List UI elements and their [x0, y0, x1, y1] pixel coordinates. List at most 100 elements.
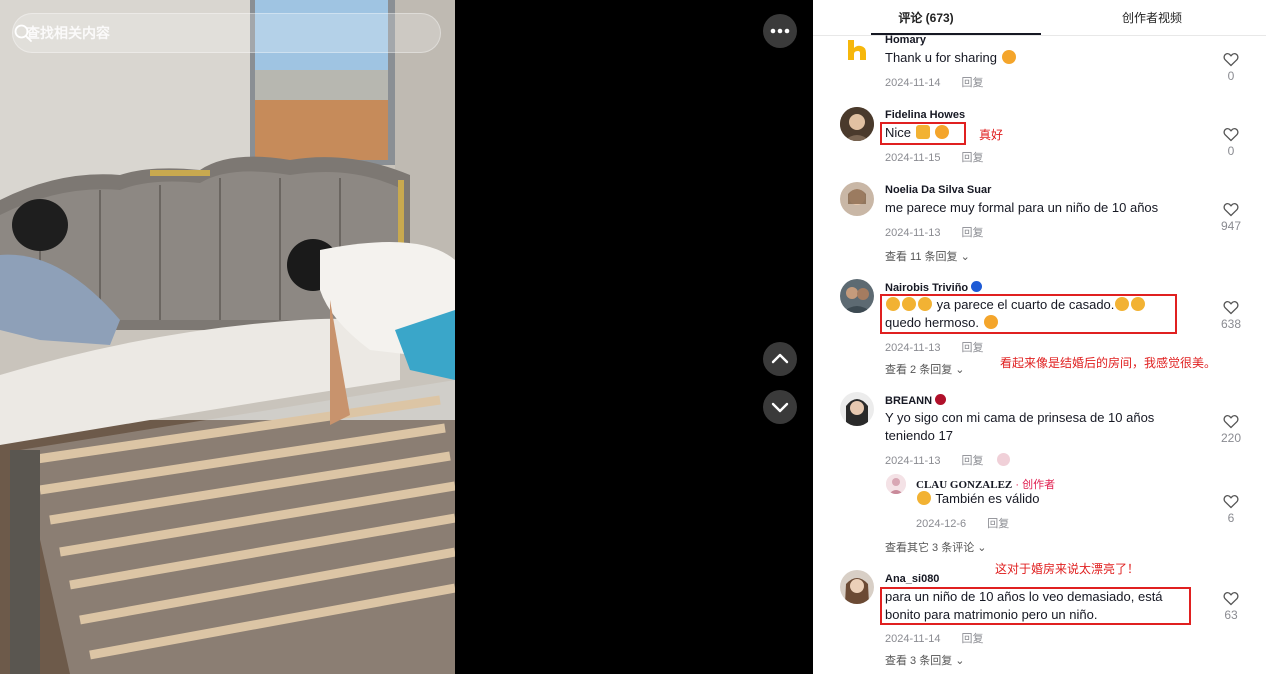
comment-date: 2024-11-14: [885, 77, 941, 89]
comment-date: 2024-11-15: [885, 152, 941, 164]
video-frame-image: [0, 0, 455, 674]
chevron-down-icon: [771, 402, 789, 413]
like-button[interactable]: 0: [1216, 52, 1246, 83]
reply-button[interactable]: 回复: [962, 152, 984, 164]
reply-button[interactable]: 回复: [962, 227, 984, 239]
video-backdrop: [455, 0, 813, 674]
chevron-down-icon: ⌄: [955, 655, 965, 667]
chevron-down-icon: ⌄: [955, 364, 965, 376]
next-video-button[interactable]: [763, 390, 797, 424]
highlight-box: [880, 122, 966, 145]
view-replies-button[interactable]: 查看 11 条回复 ⌄: [885, 248, 970, 264]
like-count: 638: [1220, 317, 1242, 331]
like-button[interactable]: 947: [1216, 202, 1246, 233]
heart-outline-icon: [1223, 414, 1239, 429]
like-count: 63: [1224, 608, 1238, 622]
comment-username[interactable]: Homary: [885, 34, 926, 46]
reply-button[interactable]: 回复: [962, 633, 984, 645]
video-player[interactable]: [0, 0, 455, 674]
heart-outline-icon: [1223, 52, 1239, 67]
user-photo-icon: [840, 570, 874, 604]
comment-meta: 2024-11-14 回复: [885, 74, 984, 90]
highlight-box: [880, 294, 1177, 334]
reply-button[interactable]: 回复: [962, 455, 984, 467]
avatar[interactable]: [840, 107, 874, 141]
comment-date: 2024-11-13: [885, 455, 941, 467]
comment-meta: 2024-12-6 回复: [916, 515, 1009, 531]
heart-outline-icon: [1223, 494, 1239, 509]
like-button[interactable]: 0: [1216, 127, 1246, 158]
chevron-down-icon: ⌄: [960, 251, 970, 263]
comment-text: Thank u for sharing: [885, 49, 1195, 67]
translation-annotation: 这对于婚房来说太漂亮了！: [995, 562, 1140, 576]
grinning-sweat-emoji-icon: [917, 491, 931, 505]
reply-button[interactable]: 回复: [962, 342, 984, 354]
like-button[interactable]: 220: [1216, 414, 1246, 445]
like-button[interactable]: 6: [1216, 494, 1246, 525]
avatar[interactable]: [840, 392, 874, 426]
user-photo-icon: [840, 107, 874, 141]
comment-text: Y yo sigo con mi cama de prinsesa de 10 …: [885, 410, 1155, 443]
cherries-emoji-icon: [935, 394, 947, 405]
avatar[interactable]: [840, 570, 874, 604]
creator-liked-avatar: [996, 453, 1010, 466]
comment-meta: 2024-11-13 回复: [885, 452, 1010, 468]
tab-creator-videos[interactable]: 创作者视频: [1039, 0, 1265, 36]
comment-username[interactable]: Ana_si080: [885, 573, 939, 585]
view-more-comments-button[interactable]: 查看其它 3 条评论 ⌄: [885, 539, 987, 555]
tab-comments[interactable]: 评论 (673): [813, 0, 1039, 36]
translation-annotation: 真好: [979, 128, 1004, 142]
comment-meta: 2024-11-15 回复: [885, 149, 984, 165]
comment-username[interactable]: BREANN: [885, 394, 947, 407]
avatar[interactable]: [840, 279, 874, 313]
comment-username[interactable]: Nairobis Triviño: [885, 281, 983, 294]
comment-text: También es válido: [916, 490, 1226, 508]
comment-text: me parece muy formal para un niño de 10 …: [885, 200, 1159, 215]
like-count: 220: [1220, 431, 1242, 445]
comment-meta: 2024-11-13 回复: [885, 224, 984, 240]
heart-outline-icon: [1223, 202, 1239, 217]
search-input[interactable]: [13, 14, 393, 52]
user-photo-icon: [840, 182, 874, 216]
translation-annotation: 看起来像是结婚后的房间，我感觉很美。: [1000, 356, 1217, 370]
reply-button[interactable]: 回复: [962, 77, 984, 89]
creator-avatar-icon: [886, 474, 906, 494]
comment-username[interactable]: Fidelina Howes: [885, 109, 965, 121]
avatar[interactable]: [845, 38, 869, 62]
like-button[interactable]: 638: [1216, 300, 1246, 331]
comment-date: 2024-12-6: [916, 518, 967, 530]
comment-date: 2024-11-13: [885, 227, 941, 239]
heart-outline-icon: [1223, 591, 1239, 606]
comment-meta: 2024-11-13 回复: [885, 339, 984, 355]
more-dots-icon: [770, 28, 790, 34]
reply-button[interactable]: 回复: [987, 518, 1009, 530]
like-count: 947: [1220, 219, 1242, 233]
previous-video-button[interactable]: [763, 342, 797, 376]
view-replies-button[interactable]: 查看 2 条回复 ⌄: [885, 361, 965, 377]
like-count: 0: [1227, 144, 1235, 158]
search-bar[interactable]: [12, 13, 441, 53]
evil-eye-emoji-icon: [971, 281, 983, 292]
smiling-hearts-emoji-icon: [1001, 50, 1016, 64]
highlight-box: [880, 587, 1191, 625]
like-count: 0: [1227, 69, 1235, 83]
heart-outline-icon: [1223, 300, 1239, 315]
search-icon[interactable]: [13, 23, 33, 43]
homary-logo-icon: [848, 40, 866, 60]
comment-date: 2024-11-14: [885, 633, 941, 645]
chevron-up-icon: [771, 353, 789, 364]
comment-username[interactable]: Noelia Da Silva Suar: [885, 184, 991, 196]
tab-bar: 评论 (673) 创作者视频: [813, 0, 1266, 36]
more-options-button[interactable]: [763, 14, 797, 48]
heart-outline-icon: [1223, 127, 1239, 142]
like-button[interactable]: 63: [1216, 591, 1246, 622]
comment-meta: 2024-11-14 回复: [885, 630, 984, 646]
view-replies-button[interactable]: 查看 3 条回复 ⌄: [885, 652, 965, 668]
like-count: 6: [1227, 511, 1235, 525]
avatar[interactable]: [840, 182, 874, 216]
avatar[interactable]: [886, 474, 906, 494]
chevron-down-icon: ⌄: [977, 542, 987, 554]
comment-date: 2024-11-13: [885, 342, 941, 354]
comment-panel: 评论 (673) 创作者视频 Homary Thank u for sharin…: [813, 0, 1266, 674]
user-photo-icon: [840, 392, 874, 426]
